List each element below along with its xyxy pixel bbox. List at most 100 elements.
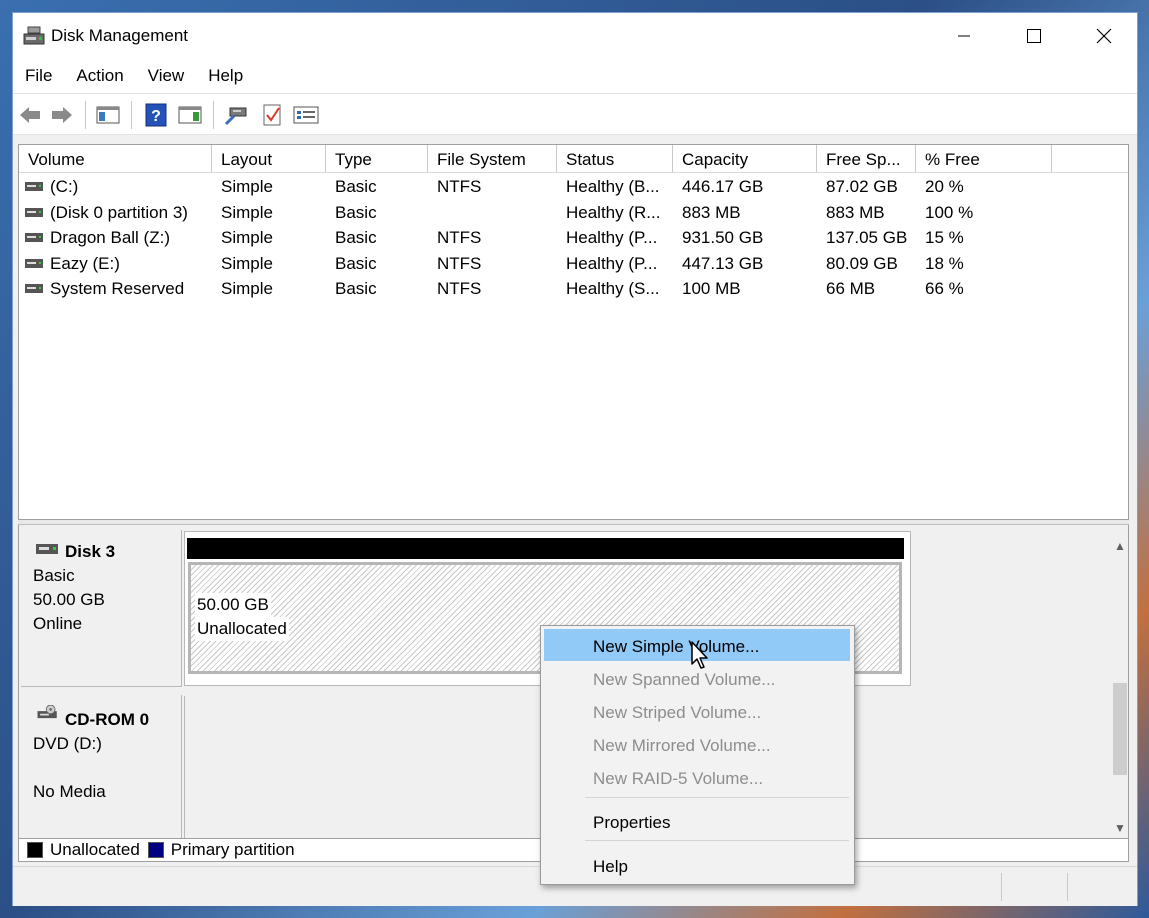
disk-3-name: Disk 3 bbox=[65, 542, 116, 561]
cdrom-0-label[interactable]: CD-ROM 0 DVD (D:) No Media bbox=[21, 695, 182, 838]
cdrom-0-state: No Media bbox=[33, 782, 106, 801]
disk-management-app-icon bbox=[23, 26, 45, 45]
unallocated-color-bar bbox=[187, 538, 904, 559]
minimize-icon bbox=[958, 35, 970, 37]
menu-new-striped-volume[interactable]: New Striped Volume... bbox=[544, 695, 850, 727]
column-status[interactable]: Status bbox=[557, 145, 673, 173]
cell-status: Healthy (P... bbox=[566, 228, 658, 247]
show-hide-console-tree-button[interactable] bbox=[95, 102, 121, 128]
column-capacity[interactable]: Capacity bbox=[673, 145, 817, 173]
column-percent-free[interactable]: % Free bbox=[916, 145, 1052, 173]
toolbar-separator bbox=[213, 101, 214, 129]
scrollbar-thumb[interactable] bbox=[1113, 683, 1127, 775]
volume-row[interactable]: Eazy (E:) Simple Basic NTFS Healthy (P..… bbox=[19, 251, 1128, 277]
cell-free-space: 80.09 GB bbox=[826, 253, 898, 273]
cell-layout: Simple bbox=[221, 202, 273, 222]
cell-type: Basic bbox=[335, 228, 377, 247]
cell-free-space: 66 MB bbox=[826, 279, 876, 298]
cell-free-space: 137.05 GB bbox=[826, 228, 908, 247]
properties-list-icon bbox=[293, 106, 319, 124]
disk-3-state: Online bbox=[33, 614, 83, 633]
menu-file[interactable]: File bbox=[13, 59, 64, 93]
scroll-down-icon[interactable]: ▼ bbox=[1114, 821, 1126, 835]
toolbar-separator bbox=[85, 101, 86, 129]
close-icon bbox=[1096, 28, 1112, 44]
menu-separator bbox=[585, 797, 849, 798]
properties-button[interactable] bbox=[293, 102, 319, 128]
disk-3-type: Basic bbox=[33, 566, 75, 585]
connect-button[interactable] bbox=[223, 102, 249, 128]
column-free-space[interactable]: Free Sp... bbox=[817, 145, 916, 173]
checklist-icon bbox=[263, 104, 281, 126]
vertical-scrollbar[interactable]: ▲ ▼ bbox=[1111, 525, 1128, 838]
cell-percent-free: 20 % bbox=[925, 177, 964, 196]
cell-type: Basic bbox=[335, 177, 377, 196]
minimize-button[interactable] bbox=[929, 13, 999, 59]
maximize-icon bbox=[1027, 29, 1041, 43]
cdrom-0-name: CD-ROM 0 bbox=[65, 710, 150, 729]
menu-help[interactable]: Help bbox=[196, 59, 255, 93]
volume-row[interactable]: System Reserved Simple Basic NTFS Health… bbox=[19, 276, 1128, 302]
cell-file-system: NTFS bbox=[437, 279, 482, 298]
cell-percent-free: 100 % bbox=[925, 202, 974, 222]
cd-drive-icon bbox=[37, 705, 57, 719]
menu-new-raid5-volume[interactable]: New RAID-5 Volume... bbox=[544, 761, 850, 793]
connect-icon bbox=[224, 107, 247, 126]
menu-properties[interactable]: Properties bbox=[544, 805, 850, 837]
cell-free-space: 87.02 GB bbox=[826, 177, 898, 196]
disk-3-label[interactable]: Disk 3 Basic 50.00 GB Online bbox=[21, 530, 182, 687]
show-hide-action-pane-button[interactable] bbox=[177, 102, 203, 128]
help-icon: ? bbox=[145, 103, 167, 127]
partition-size: 50.00 GB bbox=[195, 593, 271, 617]
cell-layout: Simple bbox=[221, 279, 273, 298]
forward-arrow-icon bbox=[52, 107, 72, 123]
column-layout[interactable]: Layout bbox=[212, 145, 326, 173]
toolbar: ? bbox=[13, 93, 1137, 135]
volume-list: Volume Layout Type File System Status Ca… bbox=[18, 144, 1129, 520]
cell-percent-free: 18 % bbox=[925, 253, 964, 273]
cell-status: Healthy (B... bbox=[566, 177, 660, 196]
disk-icon bbox=[36, 544, 58, 554]
title-bar[interactable]: Disk Management bbox=[13, 13, 1137, 59]
maximize-button[interactable] bbox=[999, 13, 1069, 59]
cell-percent-free: 15 % bbox=[925, 228, 964, 247]
volume-row[interactable]: Dragon Ball (Z:) Simple Basic NTFS Healt… bbox=[19, 225, 1128, 251]
cell-capacity: 446.17 GB bbox=[682, 177, 764, 196]
status-separator bbox=[1067, 873, 1068, 901]
column-file-system[interactable]: File System bbox=[428, 145, 557, 173]
unallocated-swatch bbox=[27, 842, 43, 858]
legend-unallocated: Unallocated bbox=[50, 840, 140, 859]
back-arrow-icon bbox=[20, 107, 40, 123]
primary-partition-swatch bbox=[147, 842, 164, 858]
cell-percent-free: 66 % bbox=[925, 279, 964, 298]
help-button[interactable]: ? bbox=[143, 102, 169, 128]
cell-volume: System Reserved bbox=[50, 279, 185, 298]
close-button[interactable] bbox=[1069, 13, 1139, 59]
check-button[interactable] bbox=[259, 102, 285, 128]
forward-button[interactable] bbox=[49, 102, 75, 128]
cell-volume: Dragon Ball (Z:) bbox=[50, 228, 170, 247]
cell-file-system: NTFS bbox=[437, 177, 482, 196]
back-button[interactable] bbox=[17, 102, 43, 128]
cell-free-space: 883 MB bbox=[826, 202, 885, 222]
column-type[interactable]: Type bbox=[326, 145, 428, 173]
menu-action[interactable]: Action bbox=[64, 59, 135, 93]
menu-new-mirrored-volume[interactable]: New Mirrored Volume... bbox=[544, 728, 850, 760]
column-volume[interactable]: Volume bbox=[19, 145, 212, 173]
cell-volume: (C:) bbox=[50, 177, 79, 196]
cell-capacity: 931.50 GB bbox=[682, 228, 764, 247]
cell-status: Healthy (S... bbox=[566, 279, 660, 298]
cell-type: Basic bbox=[335, 202, 377, 222]
volume-row[interactable]: (Disk 0 partition 3) Simple Basic Health… bbox=[19, 200, 1128, 226]
window-title: Disk Management bbox=[51, 26, 189, 45]
cell-file-system: NTFS bbox=[437, 228, 482, 247]
cell-capacity: 100 MB bbox=[682, 279, 741, 298]
cdrom-0-type: DVD (D:) bbox=[33, 734, 102, 753]
cell-type: Basic bbox=[335, 253, 377, 273]
disk-3-size: 50.00 GB bbox=[33, 590, 105, 609]
volume-row[interactable]: (C:) Simple Basic NTFS Healthy (B... 446… bbox=[19, 174, 1128, 200]
menu-view[interactable]: View bbox=[136, 59, 197, 93]
menu-help[interactable]: Help bbox=[544, 849, 850, 881]
svg-text:?: ? bbox=[151, 108, 161, 125]
scroll-up-icon[interactable]: ▲ bbox=[1114, 539, 1126, 553]
